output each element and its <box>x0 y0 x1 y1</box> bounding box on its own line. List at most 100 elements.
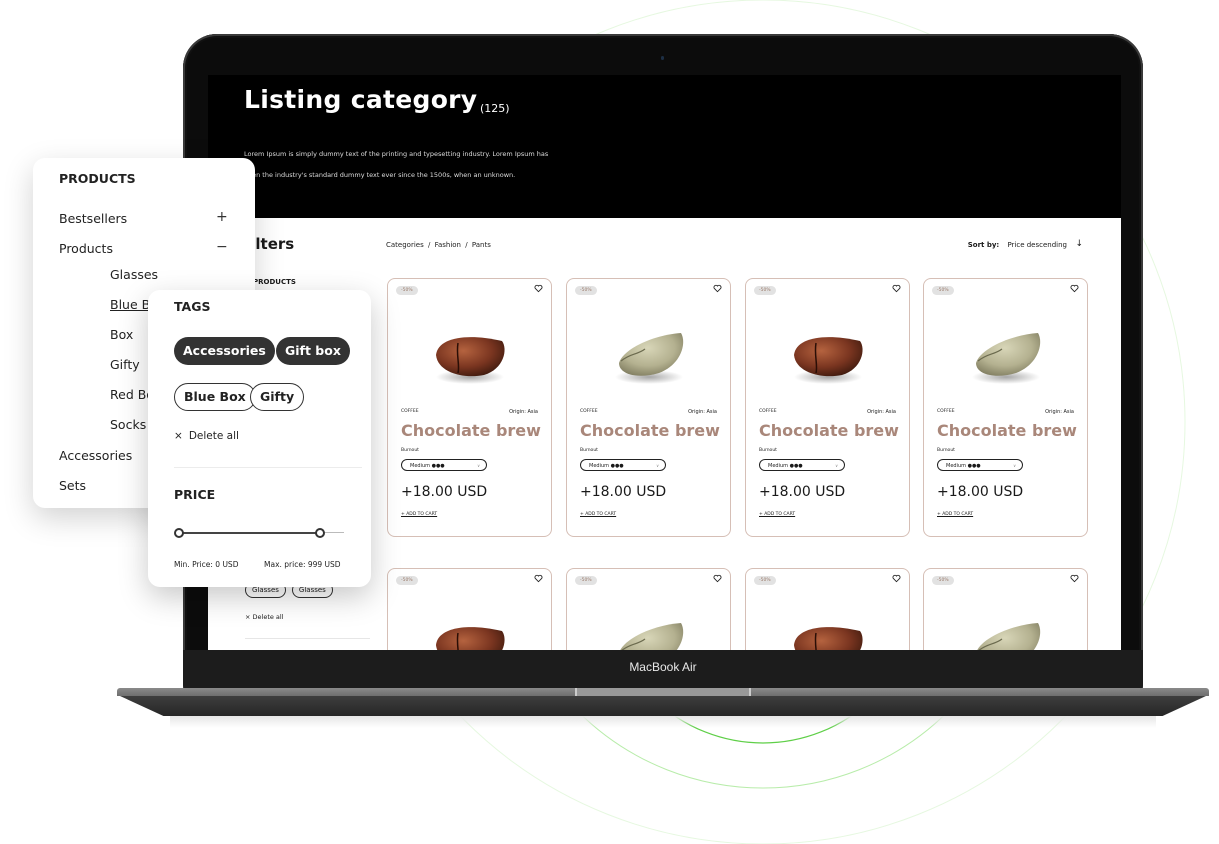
discount-badge: -50% <box>396 286 418 295</box>
coffee-bean-image <box>977 623 1041 650</box>
discount-badge: -50% <box>932 576 954 585</box>
subcategory-gifty[interactable]: Gifty <box>110 357 140 372</box>
burnout-select[interactable]: Medium ●●● ∨ <box>580 459 666 471</box>
close-icon: × <box>174 430 183 442</box>
subcategory-box[interactable]: Box <box>110 327 133 342</box>
category-bestsellers[interactable]: Bestsellers <box>59 211 127 226</box>
burnout-value: Medium ●●● <box>768 463 803 469</box>
category-accessories[interactable]: Accessories <box>59 448 132 463</box>
add-to-cart-link[interactable]: + ADD TO CART <box>401 512 437 517</box>
tags-title: TAGS <box>174 299 211 314</box>
chevron-down-icon: ∨ <box>835 463 838 468</box>
burnout-label: Burnout <box>401 448 419 453</box>
product-card[interactable]: -50% <box>387 568 552 650</box>
device-label: MacBook Air <box>629 660 697 674</box>
breadcrumb-item[interactable]: Categories <box>386 241 424 249</box>
product-category: COFFEE <box>937 409 955 414</box>
chevron-down-icon: ∨ <box>477 463 480 468</box>
add-to-cart-link[interactable]: + ADD TO CART <box>759 512 795 517</box>
product-name[interactable]: Chocolate brew <box>937 421 1077 440</box>
product-name[interactable]: Chocolate brew <box>759 421 899 440</box>
coffee-bean-image <box>794 337 863 384</box>
tag-chip-selected[interactable]: Accessories <box>174 337 275 365</box>
subcategory-socks[interactable]: Socks <box>110 417 146 432</box>
product-origin: Origin: Asia <box>1045 409 1074 415</box>
category-sets[interactable]: Sets <box>59 478 86 493</box>
heart-icon[interactable] <box>892 574 901 583</box>
breadcrumb-item[interactable]: Pants <box>472 241 491 249</box>
product-origin: Origin: Asia <box>688 409 717 415</box>
delete-all-label: Delete all <box>188 430 239 442</box>
coffee-bean-image <box>615 333 684 384</box>
product-card[interactable]: -50% COFFEE Origin: Asia Chocolate brew Burn… <box>566 278 731 537</box>
price-range-slider[interactable] <box>174 528 344 538</box>
category-products[interactable]: Products <box>59 241 113 256</box>
burnout-select[interactable]: Medium ●●● ∨ <box>937 459 1023 471</box>
sort-value[interactable]: Price descending <box>1007 241 1067 249</box>
expand-icon[interactable]: + <box>216 209 228 225</box>
product-card[interactable]: -50% COFFEE Origin: Asia Chocolate brew Burn… <box>923 278 1088 537</box>
tag-chip[interactable]: Blue Box <box>174 383 256 411</box>
product-origin: Origin: Asia <box>867 409 896 415</box>
item-count: (125) <box>480 102 510 115</box>
chevron-down-icon: ∨ <box>656 463 659 468</box>
heart-icon[interactable] <box>534 574 543 583</box>
collapse-icon[interactable]: − <box>216 239 228 255</box>
laptop-shadow <box>170 716 1156 728</box>
heart-icon[interactable] <box>534 284 543 293</box>
category-description: Lorem Ipsum is simply dummy text of the … <box>244 144 664 186</box>
product-price: +18.00 USD <box>937 484 1024 500</box>
product-card[interactable]: -50% COFFEE Origin: Asia Chocolate brew Burn… <box>745 278 910 537</box>
heart-icon[interactable] <box>713 284 722 293</box>
add-to-cart-link[interactable]: + ADD TO CART <box>580 512 616 517</box>
price-title: PRICE <box>174 487 216 502</box>
tags-price-panel: TAGS Accessories Gift box Blue Box Gifty… <box>148 290 371 587</box>
burnout-select[interactable]: Medium ●●● ∨ <box>401 459 487 471</box>
product-price: +18.00 USD <box>401 484 488 500</box>
burnout-label: Burnout <box>937 448 955 453</box>
slider-fill <box>178 531 320 534</box>
description-line: been the industry's standard dummy text … <box>244 171 516 179</box>
tag-chip[interactable]: Gifty <box>250 383 305 411</box>
add-to-cart-link[interactable]: + ADD TO CART <box>937 512 973 517</box>
sort-control[interactable]: Sort by: Price descending ↓ <box>968 239 1083 249</box>
breadcrumb-separator: / <box>465 241 468 249</box>
discount-badge: -50% <box>575 576 597 585</box>
divider <box>245 638 370 639</box>
laptop-chin: MacBook Air <box>183 650 1143 689</box>
product-name[interactable]: Chocolate brew <box>401 421 541 440</box>
product-category: COFFEE <box>580 409 598 414</box>
heart-icon[interactable] <box>1070 284 1079 293</box>
product-card[interactable]: -50% <box>745 568 910 650</box>
divider <box>174 467 362 468</box>
product-origin: Origin: Asia <box>509 409 538 415</box>
subcategory-glasses[interactable]: Glasses <box>110 267 158 282</box>
breadcrumb-item[interactable]: Fashion <box>435 241 461 249</box>
breadcrumb: Categories / Fashion / Pants <box>386 241 491 249</box>
slider-min-handle[interactable] <box>174 528 184 538</box>
burnout-label: Burnout <box>759 448 777 453</box>
discount-badge: -50% <box>754 286 776 295</box>
tag-chip-selected[interactable]: Gift box <box>276 337 350 365</box>
discount-badge: -50% <box>754 576 776 585</box>
slider-max-handle[interactable] <box>315 528 326 538</box>
camera-icon <box>661 56 664 60</box>
product-name[interactable]: Chocolate brew <box>580 421 720 440</box>
heart-icon[interactable] <box>1070 574 1079 583</box>
product-card[interactable]: -50% <box>566 568 731 650</box>
heart-icon[interactable] <box>892 284 901 293</box>
coffee-bean-image <box>794 627 863 650</box>
discount-badge: -50% <box>575 286 597 295</box>
delete-all-button[interactable]: × Delete all <box>174 430 239 442</box>
discount-badge: -50% <box>932 286 954 295</box>
page-title: Listing category <box>244 85 478 114</box>
product-card[interactable]: -50% <box>923 568 1088 650</box>
coffee-bean-image <box>972 333 1041 384</box>
coffee-bean-image <box>620 623 684 650</box>
product-card[interactable]: -50% COFFEE Origin: Asia Chocolate brew Burn… <box>387 278 552 537</box>
burnout-select[interactable]: Medium ●●● ∨ <box>759 459 845 471</box>
heart-icon[interactable] <box>713 574 722 583</box>
product-category: COFFEE <box>759 409 777 414</box>
sort-direction-icon[interactable]: ↓ <box>1075 239 1083 249</box>
filters-delete-all[interactable]: × Delete all <box>245 613 284 621</box>
